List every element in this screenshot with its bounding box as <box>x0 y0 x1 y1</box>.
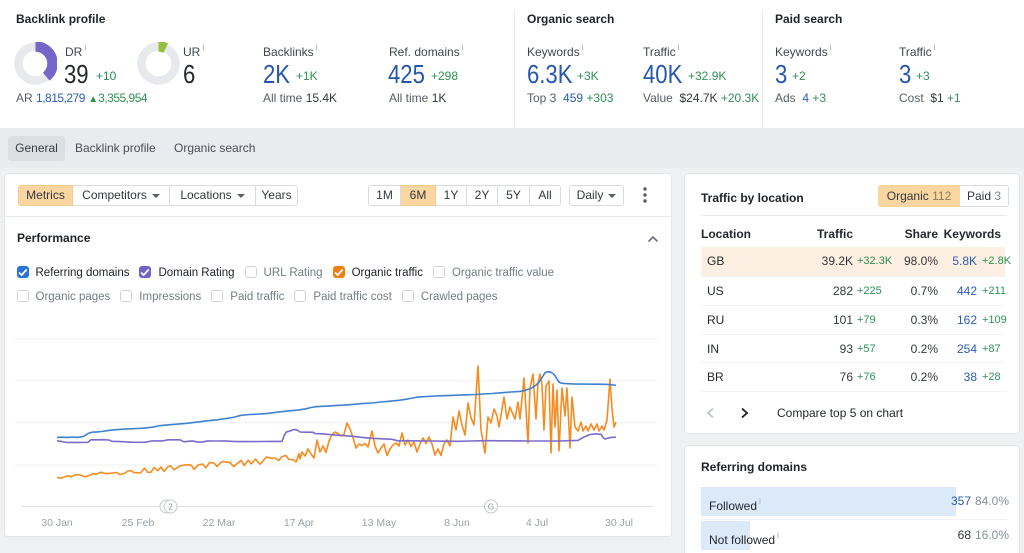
svg-text:2: 2 <box>168 503 173 512</box>
svg-text:G: G <box>488 503 494 512</box>
